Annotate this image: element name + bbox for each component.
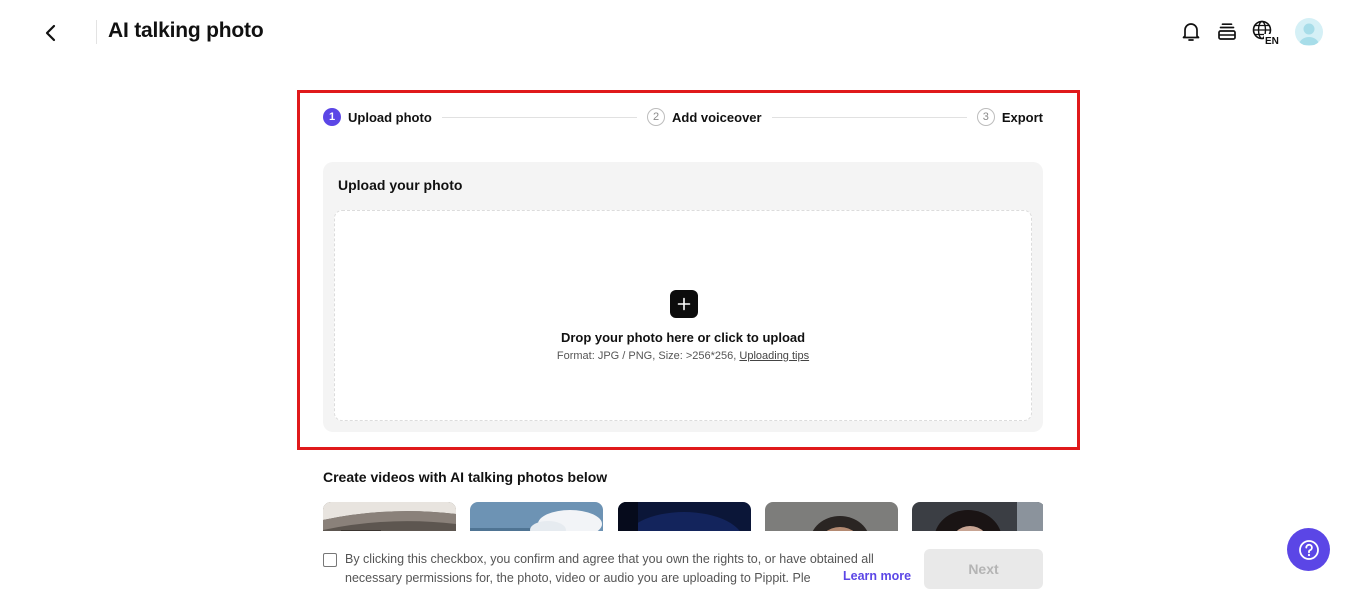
back-button[interactable] [38,20,64,46]
chevron-left-icon [45,24,56,42]
bell-icon [1182,23,1200,41]
consent-line-2: necessary permissions for, the photo, vi… [345,571,811,585]
step-label: Upload photo [348,109,432,125]
next-button[interactable]: Next [924,549,1043,589]
learn-more-link[interactable]: Learn more [843,569,911,583]
header-divider [96,20,97,44]
plus-icon [677,297,691,311]
step-number: 3 [976,108,995,126]
bottom-action-bar: By clicking this checkbox, you confirm a… [0,531,1365,606]
drop-instruction: Drop your photo here or click to upload [560,330,806,345]
layers-icon [1218,23,1236,40]
step-connector [441,116,637,118]
notification-bell-button[interactable] [1179,18,1203,46]
upload-panel: Upload your photo Drop your photo here o… [323,162,1043,432]
format-text: Format: JPG / PNG, Size: >256*256, [556,350,737,362]
photo-dropzone[interactable]: Drop your photo here or click to upload … [334,210,1032,421]
add-photo-button[interactable] [670,290,698,318]
progress-stepper: 1 Upload photo 2 Add voiceover 3 Export [323,107,1043,127]
consent-checkbox[interactable] [323,553,337,567]
page-title: AI talking photo [108,19,264,42]
upload-title: Upload your photo [338,177,463,193]
help-button[interactable] [1287,528,1330,571]
step-number: 2 [647,108,665,126]
step-label: Add voiceover [672,109,762,125]
globe-icon: EN [1252,20,1280,45]
step-connector [771,116,967,118]
header-actions: EN [1179,18,1323,46]
step-export[interactable]: 3 Export [976,108,1043,126]
examples-title: Create videos with AI talking photos bel… [323,469,608,485]
step-add-voiceover[interactable]: 2 Add voiceover [647,108,762,126]
user-avatar-icon [1299,23,1319,45]
format-info: Format: JPG / PNG, Size: >256*256, Uploa… [335,350,1031,362]
uploading-tips-link[interactable]: Uploading tips [739,350,809,362]
stack-menu-button[interactable] [1215,18,1239,46]
help-icon [1298,539,1319,560]
consent-text: By clicking this checkbox, you confirm a… [345,550,915,588]
step-number: 1 [323,108,341,126]
top-header: AI talking photo EN [0,0,1365,66]
avatar[interactable] [1295,18,1323,46]
consent-line-1: By clicking this checkbox, you confirm a… [345,552,874,566]
language-button[interactable]: EN [1251,18,1281,46]
language-badge: EN [1265,36,1279,45]
step-label: Export [1001,109,1043,125]
step-upload-photo[interactable]: 1 Upload photo [323,108,432,126]
